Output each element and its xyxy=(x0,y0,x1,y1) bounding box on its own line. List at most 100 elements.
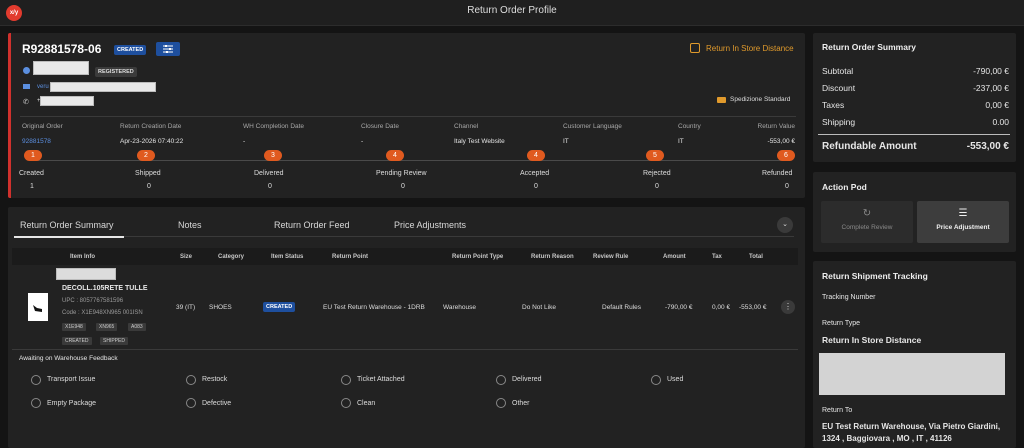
col-return-point-type: Return Point Type xyxy=(452,254,504,260)
row-menu-button[interactable]: ⋮ xyxy=(781,300,795,314)
original-order-cell: Original Order 92881578 xyxy=(22,123,63,145)
language-cell: Customer Language IT xyxy=(563,123,622,145)
radio-defective[interactable] xyxy=(186,398,196,408)
col-item-info: Item Info xyxy=(70,254,95,260)
item-tax: 0,00 € xyxy=(712,304,731,311)
radio-used[interactable] xyxy=(651,375,661,385)
language-label: Customer Language xyxy=(563,123,622,130)
tab-price-adjustments[interactable]: Price Adjustments xyxy=(394,220,466,230)
wh-completion-value: - xyxy=(243,138,246,145)
tab-return-order-feed[interactable]: Return Order Feed xyxy=(274,220,350,230)
details-divider xyxy=(20,116,796,117)
complete-review-label: Complete Review xyxy=(841,224,893,231)
label-ticket-attached: Ticket Attached xyxy=(357,376,405,383)
customer-email-redacted xyxy=(50,82,156,92)
active-tab-underline xyxy=(14,236,124,238)
closure-date-cell: Closure Date - xyxy=(361,123,399,145)
radio-delivered[interactable] xyxy=(496,375,506,385)
step-1-name: Created xyxy=(19,170,44,177)
step-4-count: 0 xyxy=(401,183,405,190)
item-amount: -790,00 € xyxy=(665,304,693,311)
step-6-count: 0 xyxy=(655,183,659,190)
customer-email-prefix[interactable]: veru xyxy=(37,84,49,90)
radio-other[interactable] xyxy=(496,398,506,408)
radio-empty-package[interactable] xyxy=(31,398,41,408)
complete-review-button[interactable]: ↻ Complete Review xyxy=(821,201,913,243)
step-5-name: Accepted xyxy=(520,170,550,177)
price-adjustment-button[interactable]: ☰ Price Adjustment xyxy=(917,201,1009,243)
taxes-value: 0,00 € xyxy=(985,100,1009,110)
item-upc: UPC : 8057767581596 xyxy=(62,298,124,304)
label-other: Other xyxy=(512,400,530,407)
step-2-count: 0 xyxy=(147,183,151,190)
step-6-number: 5 xyxy=(646,150,664,161)
refundable-label: Refundable Amount xyxy=(822,141,917,152)
return-to-label: Return To xyxy=(822,407,853,414)
step-5-count: 0 xyxy=(534,183,538,190)
tab-return-order-summary[interactable]: Return Order Summary xyxy=(20,220,114,230)
item-name: DECOLL.105RETE TULLE xyxy=(62,285,148,292)
col-item-status: Item Status xyxy=(271,254,304,260)
price-adjustment-label: Price Adjustment xyxy=(936,224,990,231)
item-brand-redacted xyxy=(56,268,116,280)
wh-completion-label: WH Completion Date xyxy=(243,123,305,130)
country-cell: Country IT xyxy=(678,123,701,145)
shipping-row: Shipping 0.00 xyxy=(822,117,1009,127)
creation-date-label: Return Creation Date xyxy=(120,123,182,130)
item-code: Code : X1E948XN965 001ISN xyxy=(62,310,143,316)
tab-notes[interactable]: Notes xyxy=(178,220,202,230)
radio-ticket-attached[interactable] xyxy=(341,375,351,385)
order-status-badge: CREATED xyxy=(114,45,147,55)
tracking-title: Return Shipment Tracking xyxy=(822,271,928,281)
label-used: Used xyxy=(667,376,684,383)
channel-cell: Channel Italy Test Website xyxy=(454,123,505,145)
step-7-count: 0 xyxy=(785,183,789,190)
label-delivered: Delivered xyxy=(512,376,542,383)
radio-clean[interactable] xyxy=(341,398,351,408)
discount-value: -237,00 € xyxy=(973,83,1009,93)
order-settings-button[interactable] xyxy=(156,42,180,56)
more-vertical-icon: ⋮ xyxy=(784,302,792,311)
label-defective: Defective xyxy=(202,400,232,407)
return-to-address: EU Test Return Warehouse, Via Pietro Gia… xyxy=(822,422,1001,443)
closure-date-label: Closure Date xyxy=(361,123,399,130)
subtotal-row: Subtotal -790,00 € xyxy=(822,66,1009,76)
radio-transport-issue[interactable] xyxy=(31,375,41,385)
sliders-icon: ☰ xyxy=(958,208,968,219)
col-return-point: Return Point xyxy=(332,254,368,260)
label-clean: Clean xyxy=(357,400,376,407)
closure-date-value: - xyxy=(361,138,364,145)
col-tax: Tax xyxy=(712,254,722,260)
action-pod-title: Action Pod xyxy=(822,182,867,192)
user-icon xyxy=(23,67,30,74)
step-3-number: 3 xyxy=(264,150,282,161)
customer-phone-redacted xyxy=(40,96,94,106)
phone-icon: ✆ xyxy=(23,99,29,106)
subtotal-value: -790,00 € xyxy=(973,66,1009,76)
shoe-icon xyxy=(33,305,42,312)
radio-restock[interactable] xyxy=(186,375,196,385)
return-value-label: Return Value xyxy=(757,123,795,130)
shipping-label: Shipping xyxy=(822,117,856,127)
item-state-shipped: SHIPPED xyxy=(100,337,128,345)
item-return-point: EU Test Return Warehouse - 1DRB xyxy=(323,304,425,311)
return-type-label: Return Type xyxy=(822,320,861,327)
col-return-reason: Return Reason xyxy=(531,254,574,260)
step-7-number: 6 xyxy=(777,150,795,161)
shipping-value: 0.00 xyxy=(992,117,1009,127)
step-3-name: Delivered xyxy=(254,170,284,177)
item-return-reason: Do Not Like xyxy=(522,304,556,311)
return-type-link[interactable]: Return In Store Distance xyxy=(706,44,794,53)
original-order-link[interactable]: 92881578 xyxy=(22,138,63,145)
step-7-name: Refunded xyxy=(762,170,793,177)
table-bottom-divider xyxy=(12,349,798,350)
window-title: Return Order Profile xyxy=(467,5,557,16)
label-empty-package: Empty Package xyxy=(47,400,97,407)
order-id: R92881578-06 xyxy=(22,42,102,56)
collapse-button[interactable]: ⌄ xyxy=(777,217,793,233)
customer-type-badge: REGISTERED xyxy=(95,67,137,77)
item-return-point-type: Warehouse xyxy=(443,304,476,311)
store-location-icon xyxy=(690,43,700,53)
step-4-number: 4 xyxy=(386,150,404,161)
refundable-row: Refundable Amount -553,00 € xyxy=(822,141,1009,152)
